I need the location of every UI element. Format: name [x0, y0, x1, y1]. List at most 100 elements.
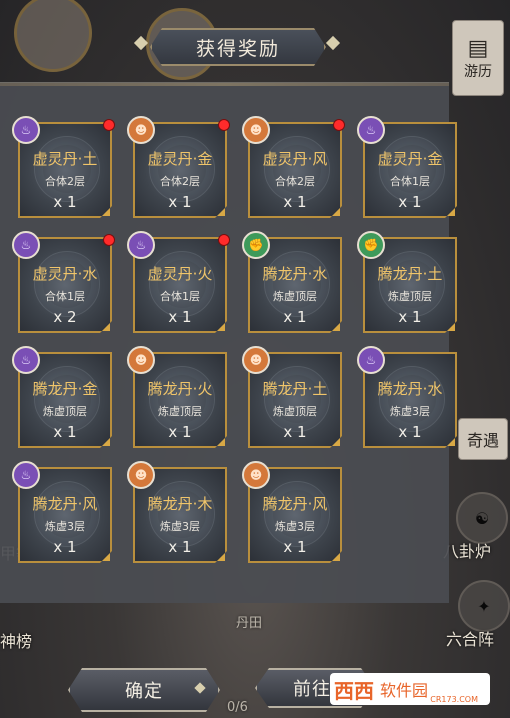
flame-icon: ♨: [12, 116, 40, 144]
new-dot-icon: [218, 119, 230, 131]
reward-item-name: 腾龙丹·风: [262, 495, 328, 513]
watermark-text: 软件园: [380, 681, 429, 700]
head-icon: ☻: [127, 346, 155, 374]
flame-icon: ♨: [12, 346, 40, 374]
reward-item-qty: x 1: [53, 423, 77, 441]
reward-item-qty: x 1: [398, 193, 422, 211]
reward-item-qty: x 2: [53, 308, 77, 326]
reward-item-name: 虚灵丹·金: [377, 150, 443, 168]
reward-item-name: 虚灵丹·土: [32, 150, 98, 168]
reward-item-qty: x 1: [398, 308, 422, 326]
reward-item-qty: x 1: [53, 538, 77, 556]
reward-item-name: 腾龙丹·水: [262, 265, 328, 283]
reward-item-qty: x 1: [283, 193, 307, 211]
reward-item-name: 腾龙丹·土: [262, 380, 328, 398]
reward-item-qty: x 1: [168, 308, 192, 326]
reward-item-level: 炼虚顶层: [43, 405, 87, 418]
reward-item[interactable]: ♨ 虚灵丹·金合体1层 x 1: [357, 116, 457, 218]
reward-item[interactable]: ♨ 腾龙丹·水炼虚3层 x 1: [357, 346, 457, 448]
watermark-logo: 西西: [334, 678, 374, 703]
goto-label: 前往: [293, 679, 331, 700]
reward-item-level: 合体2层: [275, 175, 315, 188]
dantian-label: 丹田: [236, 616, 263, 631]
reward-item-level: 炼虚顶层: [158, 405, 202, 418]
liuhe-formation-label: 六合阵: [446, 630, 495, 649]
reward-item[interactable]: ♨ 腾龙丹·金炼虚顶层 x 1: [12, 346, 112, 448]
encounter-button[interactable]: 奇遇: [458, 418, 508, 460]
watermark-url: CR173.COM: [430, 695, 478, 704]
bagua-furnace-label: 八卦炉: [443, 542, 492, 561]
reward-item[interactable]: ☻ 腾龙丹·火炼虚顶层 x 1: [127, 346, 227, 448]
reward-item[interactable]: ✊ 腾龙丹·土炼虚顶层 x 1: [357, 231, 457, 333]
dantian-count: 0/6: [227, 700, 248, 715]
reward-item-name: 虚灵丹·金: [147, 150, 213, 168]
reward-item-level: 炼虚顶层: [273, 405, 317, 418]
reward-item[interactable]: ☻ 虚灵丹·风合体2层 x 1: [242, 116, 345, 218]
reward-item-level: 炼虚3层: [45, 520, 85, 533]
history-label: 游历: [464, 63, 492, 80]
flame-icon: ♨: [357, 116, 385, 144]
confirm-label: 确定: [125, 681, 163, 702]
head-icon: ☻: [127, 116, 155, 144]
flame-icon: ♨: [357, 346, 385, 374]
modal-title: 获得奖励: [195, 37, 280, 60]
reward-item[interactable]: ☻ 腾龙丹·风炼虚3层 x 1: [242, 461, 342, 563]
reward-item[interactable]: ✊ 腾龙丹·水炼虚顶层 x 1: [242, 231, 342, 333]
reward-item-name: 腾龙丹·金: [32, 380, 98, 398]
reward-item-name: 腾龙丹·风: [32, 495, 98, 513]
reward-item-qty: x 1: [168, 193, 192, 211]
reward-item-qty: x 1: [283, 423, 307, 441]
reward-item-name: 腾龙丹·水: [377, 380, 443, 398]
new-dot-icon: [103, 119, 115, 131]
arm-icon: ✊: [242, 231, 270, 259]
reward-item[interactable]: ♨ 虚灵丹·土合体2层 x 1: [12, 116, 115, 218]
shenbang-label: 神榜: [0, 632, 33, 651]
reward-item[interactable]: ♨ 腾龙丹·风炼虚3层 x 1: [12, 461, 112, 563]
reward-item-level: 炼虚3层: [390, 405, 430, 418]
reward-item-qty: x 1: [283, 538, 307, 556]
reward-item-qty: x 1: [168, 423, 192, 441]
reward-item-name: 虚灵丹·火: [147, 265, 213, 283]
reward-item-level: 合体1层: [45, 290, 85, 303]
scroll-icon: ▤: [467, 35, 489, 61]
reward-item-level: 炼虚顶层: [388, 290, 432, 303]
reward-item-level: 合体1层: [160, 290, 200, 303]
reward-item-name: 腾龙丹·土: [377, 265, 443, 283]
flame-icon: ♨: [12, 461, 40, 489]
reward-item-qty: x 1: [398, 423, 422, 441]
reward-item-qty: x 1: [53, 193, 77, 211]
new-dot-icon: [103, 234, 115, 246]
arm-icon: ✊: [357, 231, 385, 259]
reward-item[interactable]: ☻ 腾龙丹·木炼虚3层 x 1: [127, 461, 227, 563]
site-watermark: 西西 软件园 CR173.COM: [330, 673, 490, 705]
head-icon: ☻: [242, 461, 270, 489]
reward-item-level: 炼虚顶层: [273, 290, 317, 303]
reward-item-level: 合体2层: [160, 175, 200, 188]
reward-item[interactable]: ☻ 虚灵丹·金合体2层 x 1: [127, 116, 230, 218]
encounter-label: 奇遇: [466, 431, 499, 450]
reward-item-qty: x 1: [283, 308, 307, 326]
history-button[interactable]: ▤ 游历: [452, 20, 504, 96]
reward-item-level: 合体2层: [45, 175, 85, 188]
reward-item[interactable]: ♨ 虚灵丹·火合体1层 x 1: [127, 231, 230, 333]
reward-item-name: 虚灵丹·水: [32, 265, 98, 283]
flame-icon: ♨: [12, 231, 40, 259]
bagua-furnace-icon[interactable]: ☯: [456, 492, 508, 544]
reward-item[interactable]: ♨ 虚灵丹·水合体1层 x 2: [12, 231, 115, 333]
reward-item[interactable]: ☻ 腾龙丹·土炼虚顶层 x 1: [242, 346, 342, 448]
modal-title-bar: 获得奖励: [150, 28, 326, 66]
reward-item-qty: x 1: [168, 538, 192, 556]
reward-item-level: 炼虚3层: [275, 520, 315, 533]
new-dot-icon: [218, 234, 230, 246]
head-icon: ☻: [242, 116, 270, 144]
reward-item-name: 腾龙丹·火: [147, 380, 213, 398]
flame-icon: ♨: [127, 231, 155, 259]
new-dot-icon: [333, 119, 345, 131]
reward-item-name: 虚灵丹·风: [262, 150, 328, 168]
liuhe-formation-icon[interactable]: ✦: [458, 580, 510, 632]
head-icon: ☻: [242, 346, 270, 374]
reward-item-name: 腾龙丹·木: [147, 495, 213, 513]
reward-item-level: 合体1层: [390, 175, 430, 188]
reward-item-level: 炼虚3层: [160, 520, 200, 533]
head-icon: ☻: [127, 461, 155, 489]
